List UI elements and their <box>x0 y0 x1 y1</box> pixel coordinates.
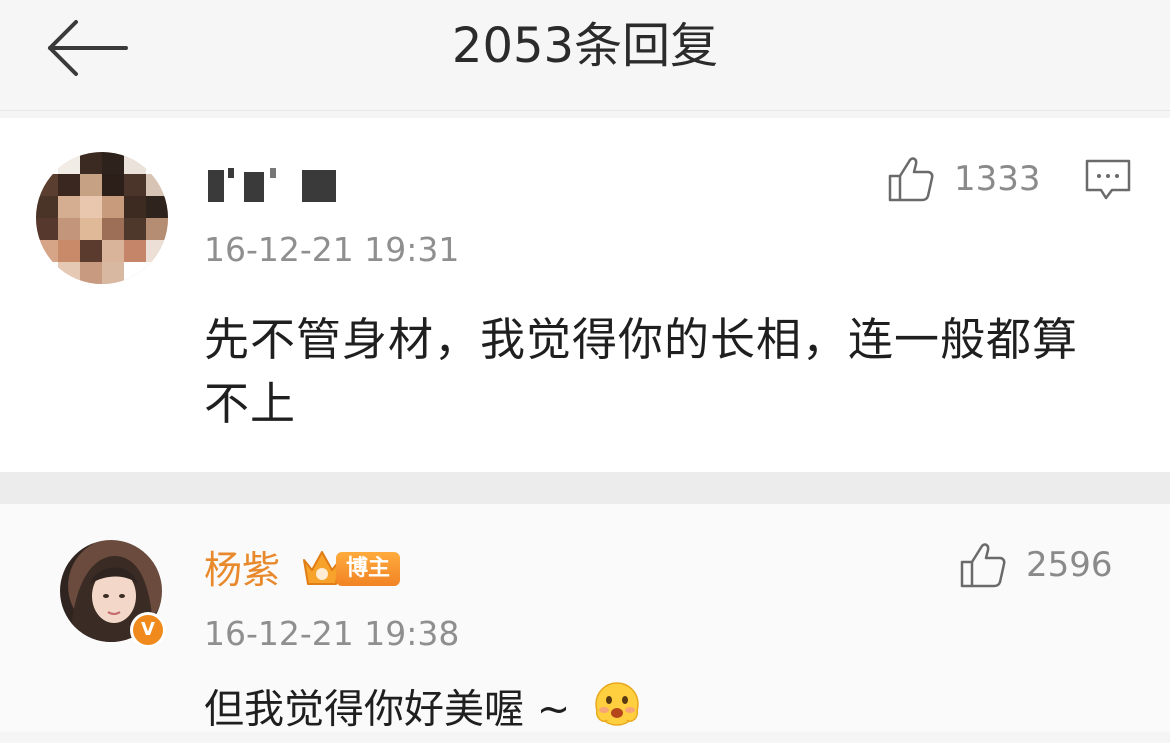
replier-username[interactable]: 杨紫 <box>204 544 280 596</box>
commenter-username-redacted[interactable] <box>204 166 344 206</box>
comment-text: 先不管身材，我觉得你的长相，连一般都算不上 <box>204 313 1079 430</box>
reply-text: 但我觉得你好美喔 ~ <box>204 686 571 733</box>
comment-like-button[interactable]: 1333 <box>886 154 1041 204</box>
reply-text-line: 但我觉得你好美喔 ~ <box>204 680 641 743</box>
page-title: 2053条回复 <box>451 18 719 74</box>
comment-bubble-icon <box>1085 159 1131 200</box>
reply-timestamp: 16-12-21 19:38 <box>204 614 460 653</box>
comment-timestamp: 16-12-21 19:31 <box>204 230 460 269</box>
top-bar: 2053条回复 <box>0 0 1170 111</box>
verified-v-icon: V <box>130 612 166 648</box>
reply-card: V 杨紫 博主 2596 16-12-21 19:38 但我觉得你好美喔 ~ <box>0 504 1170 733</box>
section-divider <box>0 472 1170 504</box>
blushing-face-emoji-icon <box>593 680 641 743</box>
blogger-badge-label: 博主 <box>336 552 400 586</box>
reply-like-count: 2596 <box>1026 545 1113 585</box>
comment-like-count: 1333 <box>954 159 1041 199</box>
comment-card: 1333 16-12-21 19:31 先不管身材，我觉得你的长相，连一般都算不… <box>0 118 1170 472</box>
blogger-badge: 博主 <box>300 544 404 592</box>
reply-like-button[interactable]: 2596 <box>958 540 1113 590</box>
commenter-avatar[interactable] <box>36 152 168 284</box>
thumbs-up-icon <box>960 543 1006 588</box>
reply-button[interactable] <box>1084 158 1132 202</box>
thumbs-up-icon <box>888 157 934 202</box>
